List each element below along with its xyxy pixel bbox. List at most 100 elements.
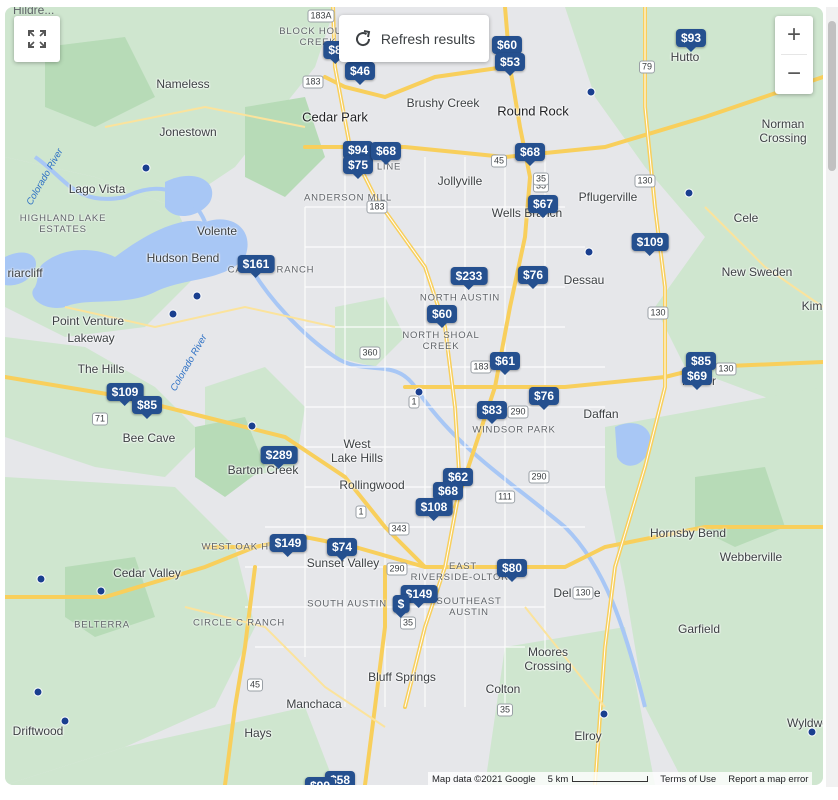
- map-canvas[interactable]: Hildre... Round Rock Cedar Park Brushy Cre…: [5, 7, 823, 785]
- scale-bar: [572, 775, 649, 782]
- place-label: Nameless: [156, 77, 210, 91]
- map-attribution: Map data ©2021 Google 5 km Terms of Use …: [428, 772, 813, 785]
- price-pin[interactable]: $67: [527, 195, 559, 218]
- zoom-controls: + −: [775, 16, 813, 94]
- price-pin[interactable]: $69: [681, 367, 713, 390]
- highway-shield: 183: [366, 200, 388, 214]
- price-pin[interactable]: $61: [489, 352, 521, 375]
- place-label: Dessau: [563, 273, 605, 287]
- highway-shield: 130: [715, 362, 737, 376]
- highway-shield: 35: [532, 172, 550, 186]
- refresh-results-button[interactable]: Refresh results: [339, 15, 489, 62]
- place-label: Pflugerville: [578, 190, 638, 204]
- place-label: Jollyville: [437, 174, 483, 188]
- place-label: Jonestown: [159, 125, 217, 139]
- place-label: Point Venture: [51, 314, 125, 328]
- place-label: Rollingwood: [339, 478, 405, 492]
- listing-location-dot: [36, 574, 46, 584]
- price-pin[interactable]: $75: [342, 156, 374, 179]
- listing-location-dot: [168, 309, 178, 319]
- highway-shield: 290: [386, 562, 408, 576]
- neighborhood-label: SOUTH AUSTIN: [307, 598, 387, 610]
- price-pin[interactable]: $80: [496, 559, 528, 582]
- price-pin[interactable]: $83: [476, 401, 508, 424]
- fullscreen-icon: [28, 30, 46, 48]
- highway-shield: 130: [634, 174, 656, 188]
- listing-location-dot: [33, 687, 43, 697]
- highway-shield: 1: [408, 395, 420, 409]
- place-label: Lakeway: [67, 331, 115, 345]
- highway-shield: 45: [246, 678, 264, 692]
- price-pin[interactable]: $233: [450, 267, 488, 290]
- highway-shield: 35: [496, 703, 514, 717]
- place-label: Bluff Springs: [368, 670, 436, 684]
- map-scale[interactable]: 5 km: [548, 774, 649, 785]
- price-pin[interactable]: $289: [260, 446, 298, 469]
- fullscreen-button[interactable]: [14, 16, 60, 62]
- price-pin[interactable]: $93: [675, 29, 707, 52]
- price-pin[interactable]: $99: [304, 777, 336, 785]
- highway-shield: 111: [495, 490, 515, 504]
- refresh-results-label: Refresh results: [380, 30, 476, 47]
- zoom-out-button[interactable]: −: [775, 55, 813, 93]
- scrollbar-thumb[interactable]: [828, 21, 836, 171]
- listing-location-dot: [414, 387, 424, 397]
- listing-location-dot: [599, 709, 609, 719]
- neighborhood-label: CIRCLE C RANCH: [193, 617, 285, 629]
- neighborhood-label: SOUTHEAST AUSTIN: [436, 596, 502, 618]
- place-label: Bee Cave: [122, 431, 176, 445]
- price-pin[interactable]: $74: [326, 538, 358, 561]
- place-label: Cedar Park: [302, 109, 368, 125]
- price-pin[interactable]: $68: [514, 143, 546, 166]
- scale-label: 5 km: [547, 773, 569, 785]
- place-label: Elroy: [574, 729, 602, 743]
- highway-shield: 183: [470, 360, 492, 374]
- price-pin[interactable]: $: [392, 595, 410, 618]
- place-label: Driftwood: [12, 724, 64, 738]
- listing-location-dot: [586, 87, 596, 97]
- price-pin[interactable]: $60: [426, 305, 458, 328]
- listing-location-dot: [807, 727, 817, 737]
- listing-location-dot: [684, 188, 694, 198]
- price-pin[interactable]: $53: [494, 53, 526, 76]
- place-label: Volente: [196, 224, 238, 238]
- place-label: Cedar Valley: [113, 566, 181, 580]
- highway-shield: 35: [399, 616, 417, 630]
- price-pin[interactable]: $76: [517, 266, 549, 289]
- place-label: Round Rock: [497, 103, 569, 119]
- place-label: Garfield: [677, 622, 721, 636]
- listing-location-dot: [96, 586, 106, 596]
- price-pin[interactable]: $85: [131, 396, 163, 419]
- neighborhood-label: BELTERRA: [74, 619, 130, 631]
- place-label: Brushy Creek: [406, 96, 480, 110]
- highway-shield: 290: [507, 405, 529, 419]
- place-label: Cele: [733, 211, 759, 225]
- highway-shield: 79: [638, 60, 656, 74]
- report-map-error-link[interactable]: Report a map error: [728, 774, 808, 785]
- price-pin[interactable]: $76: [528, 387, 560, 410]
- price-pin[interactable]: $149: [269, 534, 307, 557]
- place-label: Hutto: [670, 50, 700, 64]
- page-scrollbar[interactable]: [826, 7, 838, 787]
- price-pin[interactable]: $161: [237, 255, 275, 278]
- place-label: Wyldwo: [787, 716, 823, 730]
- price-pin[interactable]: $109: [631, 233, 669, 256]
- listing-location-dot: [192, 291, 202, 301]
- place-label: Manchaca: [286, 697, 342, 711]
- place-label: Moores Crossing: [524, 645, 572, 673]
- highway-shield: 343: [388, 522, 410, 536]
- price-pin[interactable]: $60: [491, 36, 523, 59]
- neighborhood-label: WINDSOR PARK: [472, 424, 556, 436]
- price-pin[interactable]: $108: [415, 498, 453, 521]
- listing-location-dot: [141, 163, 151, 173]
- place-label: Lago Vista: [68, 182, 126, 196]
- price-pin[interactable]: $68: [370, 142, 402, 165]
- terms-link[interactable]: Terms of Use: [660, 774, 716, 785]
- listing-location-dot: [584, 247, 594, 257]
- listing-location-dot: [247, 421, 257, 431]
- highway-shield: 130: [647, 306, 669, 320]
- price-pin[interactable]: $46: [344, 62, 376, 85]
- zoom-in-button[interactable]: +: [775, 16, 813, 54]
- refresh-icon: [355, 29, 371, 46]
- highway-shield: 1: [355, 505, 367, 519]
